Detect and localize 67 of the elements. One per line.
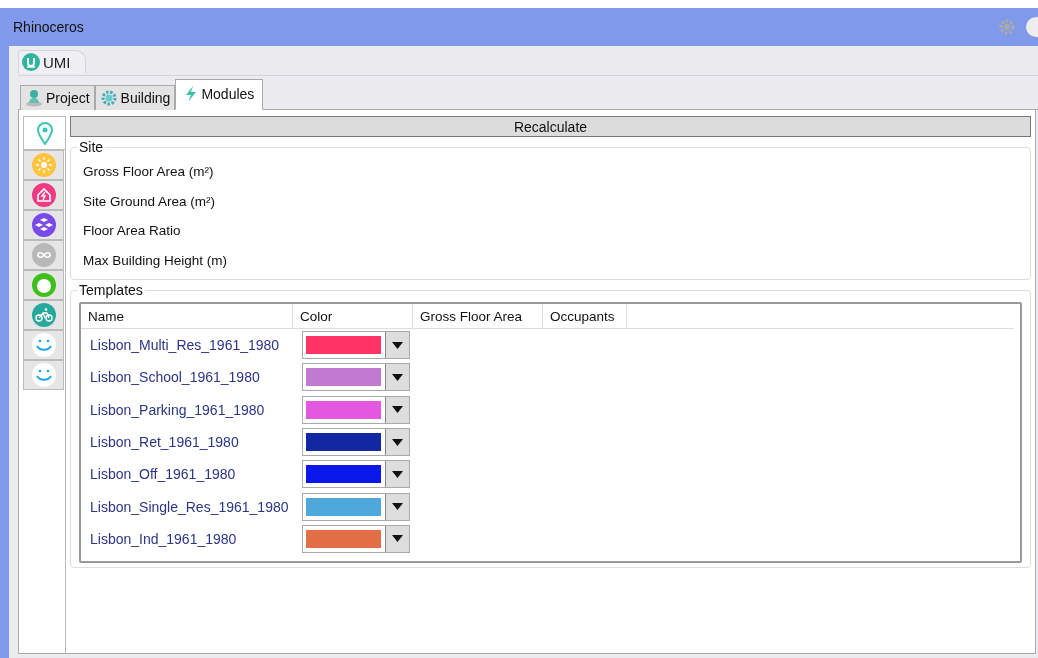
column-header[interactable]: Name	[81, 304, 293, 328]
tab-label: Building	[120, 90, 171, 106]
template-name: Lisbon_Parking_1961_1980	[89, 401, 266, 418]
side-tab[interactable]	[23, 180, 64, 210]
side-tab[interactable]	[23, 210, 64, 240]
infinity-icon	[31, 243, 56, 267]
side-tab[interactable]	[23, 360, 64, 390]
caret-icon	[392, 406, 403, 414]
dropdown-button[interactable]	[385, 429, 409, 456]
side-tab[interactable]	[23, 330, 64, 360]
house-bolt-icon	[31, 183, 56, 207]
color-picker[interactable]	[302, 363, 410, 392]
tab[interactable]: Project	[20, 85, 95, 110]
template-name: Lisbon_Ind_1961_1980	[89, 530, 238, 547]
template-name: Lisbon_School_1961_1980	[89, 369, 261, 386]
field-label: Site Ground Area (m²)	[82, 192, 217, 211]
smiley-icon	[31, 333, 56, 357]
dropdown-button[interactable]	[385, 332, 409, 359]
caret-icon	[392, 503, 403, 511]
column-header[interactable]: Occupants	[543, 304, 627, 328]
color-picker[interactable]	[302, 524, 410, 553]
document-tab[interactable]: UMI	[18, 50, 86, 73]
dropdown-button[interactable]	[385, 525, 409, 552]
group-title: Templates	[78, 282, 144, 298]
template-name: Lisbon_Ret_1961_1980	[89, 434, 240, 451]
tab[interactable]: Building	[94, 85, 176, 110]
blocks-icon	[31, 213, 56, 237]
caret-icon	[392, 373, 403, 381]
field-label: Max Building Height (m)	[82, 251, 229, 270]
caret-icon	[392, 438, 403, 446]
side-tab[interactable]	[23, 300, 64, 330]
color-picker[interactable]	[302, 492, 410, 521]
column-header[interactable]: Color	[293, 304, 413, 328]
field-label: Floor Area Ratio	[82, 222, 182, 241]
tab-label: Modules	[201, 86, 255, 102]
gear-icon	[99, 89, 118, 107]
dropdown-button[interactable]	[385, 461, 409, 488]
group-title: Site	[78, 139, 105, 155]
dropdown-button[interactable]	[385, 396, 409, 423]
lightning-icon	[184, 85, 199, 103]
field-label: Gross Floor Area (m²)	[82, 163, 215, 182]
recalculate-button[interactable]: Recalculate	[70, 116, 1031, 137]
color-picker[interactable]	[302, 331, 410, 360]
tab[interactable]: Modules	[175, 79, 264, 110]
window-title: Rhinoceros	[13, 19, 84, 35]
dropdown-button[interactable]	[385, 493, 409, 520]
tab-label: UMI	[43, 53, 71, 71]
color-picker[interactable]	[302, 460, 410, 489]
template-name: Lisbon_Multi_Res_1961_1980	[89, 337, 281, 354]
color-picker[interactable]	[302, 395, 410, 424]
column-header[interactable]: Gross Floor Area	[413, 304, 543, 328]
bicycle-icon	[31, 303, 56, 327]
logo-icon	[22, 53, 40, 71]
template-name: Lisbon_Off_1961_1980	[89, 466, 237, 483]
color-picker[interactable]	[302, 428, 410, 457]
close-icon[interactable]	[1026, 17, 1038, 37]
caret-icon	[392, 535, 403, 543]
smiley-icon	[31, 363, 56, 387]
side-tab[interactable]	[23, 270, 64, 300]
tab-label: Project	[46, 90, 90, 106]
caret-icon	[392, 341, 403, 349]
person-pin-icon	[25, 89, 43, 107]
caret-icon	[392, 470, 403, 478]
template-name: Lisbon_Single_Res_1961_1980	[89, 498, 290, 515]
dropdown-button[interactable]	[385, 364, 409, 391]
location-pin-icon	[36, 121, 54, 145]
sun-icon	[31, 153, 56, 177]
